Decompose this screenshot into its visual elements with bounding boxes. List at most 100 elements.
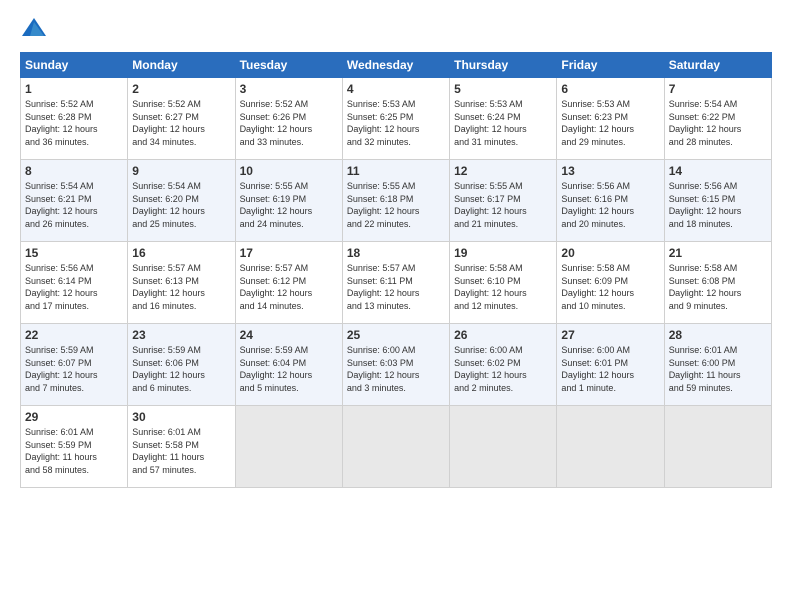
calendar-cell: 9 Sunrise: 5:54 AM Sunset: 6:20 PM Daylig… xyxy=(128,160,235,242)
day-info: Sunrise: 6:00 AM Sunset: 6:01 PM Dayligh… xyxy=(561,344,659,394)
day-info: Sunrise: 5:59 AM Sunset: 6:04 PM Dayligh… xyxy=(240,344,338,394)
calendar-cell: 13 Sunrise: 5:56 AM Sunset: 6:16 PM Dayli… xyxy=(557,160,664,242)
calendar-cell: 17Sunrise: 5:57 AM Sunset: 6:12 PM Dayli… xyxy=(235,242,342,324)
calendar-cell: 24 Sunrise: 5:59 AM Sunset: 6:04 PM Dayli… xyxy=(235,324,342,406)
day-number: 15 xyxy=(25,246,123,260)
calendar-cell: 11Sunrise: 5:55 AM Sunset: 6:18 PM Dayli… xyxy=(342,160,449,242)
day-number: 14 xyxy=(669,164,767,178)
day-info: Sunrise: 5:53 AM Sunset: 6:25 PM Dayligh… xyxy=(347,98,445,148)
calendar-cell xyxy=(664,406,771,488)
calendar-cell: 6 Sunrise: 5:53 AM Sunset: 6:23 PM Daylig… xyxy=(557,78,664,160)
calendar-cell: 10 Sunrise: 5:55 AM Sunset: 6:19 PM Dayli… xyxy=(235,160,342,242)
calendar-cell: 20 Sunrise: 5:58 AM Sunset: 6:09 PM Dayli… xyxy=(557,242,664,324)
day-info: Sunrise: 5:56 AM Sunset: 6:14 PM Dayligh… xyxy=(25,262,123,312)
day-info: Sunrise: 6:00 AM Sunset: 6:02 PM Dayligh… xyxy=(454,344,552,394)
calendar-cell: 16 Sunrise: 5:57 AM Sunset: 6:13 PM Dayli… xyxy=(128,242,235,324)
day-info: Sunrise: 5:58 AM Sunset: 6:08 PM Dayligh… xyxy=(669,262,767,312)
calendar-cell: 27 Sunrise: 6:00 AM Sunset: 6:01 PM Dayli… xyxy=(557,324,664,406)
day-number: 9 xyxy=(132,164,230,178)
day-info: Sunrise: 5:53 AM Sunset: 6:24 PM Dayligh… xyxy=(454,98,552,148)
day-info: Sunrise: 5:54 AM Sunset: 6:20 PM Dayligh… xyxy=(132,180,230,230)
header xyxy=(20,16,772,44)
day-info: Sunrise: 5:53 AM Sunset: 6:23 PM Dayligh… xyxy=(561,98,659,148)
day-number: 26 xyxy=(454,328,552,342)
weekday-header-saturday: Saturday xyxy=(664,53,771,78)
calendar-cell: 30 Sunrise: 6:01 AM Sunset: 5:58 PM Dayli… xyxy=(128,406,235,488)
day-number: 21 xyxy=(669,246,767,260)
calendar-cell: 3Sunrise: 5:52 AM Sunset: 6:26 PM Daylig… xyxy=(235,78,342,160)
calendar-cell xyxy=(235,406,342,488)
calendar-week-row: 8 Sunrise: 5:54 AM Sunset: 6:21 PM Daylig… xyxy=(21,160,772,242)
day-info: Sunrise: 5:55 AM Sunset: 6:19 PM Dayligh… xyxy=(240,180,338,230)
calendar-cell: 4 Sunrise: 5:53 AM Sunset: 6:25 PM Daylig… xyxy=(342,78,449,160)
calendar-cell: 25Sunrise: 6:00 AM Sunset: 6:03 PM Dayli… xyxy=(342,324,449,406)
calendar-cell: 5 Sunrise: 5:53 AM Sunset: 6:24 PM Daylig… xyxy=(450,78,557,160)
calendar-cell: 12 Sunrise: 5:55 AM Sunset: 6:17 PM Dayli… xyxy=(450,160,557,242)
calendar-cell: 7Sunrise: 5:54 AM Sunset: 6:22 PM Daylig… xyxy=(664,78,771,160)
calendar-cell: 22 Sunrise: 5:59 AM Sunset: 6:07 PM Dayli… xyxy=(21,324,128,406)
day-number: 4 xyxy=(347,82,445,96)
calendar-cell xyxy=(342,406,449,488)
day-number: 1 xyxy=(25,82,123,96)
day-info: Sunrise: 5:57 AM Sunset: 6:12 PM Dayligh… xyxy=(240,262,338,312)
day-info: Sunrise: 5:56 AM Sunset: 6:16 PM Dayligh… xyxy=(561,180,659,230)
day-info: Sunrise: 5:52 AM Sunset: 6:26 PM Dayligh… xyxy=(240,98,338,148)
weekday-header-row: SundayMondayTuesdayWednesdayThursdayFrid… xyxy=(21,53,772,78)
calendar-cell: 14 Sunrise: 5:56 AM Sunset: 6:15 PM Dayli… xyxy=(664,160,771,242)
day-number: 6 xyxy=(561,82,659,96)
weekday-header-tuesday: Tuesday xyxy=(235,53,342,78)
day-number: 10 xyxy=(240,164,338,178)
day-info: Sunrise: 6:01 AM Sunset: 6:00 PM Dayligh… xyxy=(669,344,767,394)
calendar-cell: 23 Sunrise: 5:59 AM Sunset: 6:06 PM Dayli… xyxy=(128,324,235,406)
day-number: 24 xyxy=(240,328,338,342)
calendar-cell: 15 Sunrise: 5:56 AM Sunset: 6:14 PM Dayli… xyxy=(21,242,128,324)
day-info: Sunrise: 5:58 AM Sunset: 6:09 PM Dayligh… xyxy=(561,262,659,312)
day-number: 5 xyxy=(454,82,552,96)
day-info: Sunrise: 6:01 AM Sunset: 5:58 PM Dayligh… xyxy=(132,426,230,476)
calendar-cell: 26 Sunrise: 6:00 AM Sunset: 6:02 PM Dayli… xyxy=(450,324,557,406)
weekday-header-thursday: Thursday xyxy=(450,53,557,78)
logo xyxy=(20,16,52,44)
calendar-cell: 18 Sunrise: 5:57 AM Sunset: 6:11 PM Dayli… xyxy=(342,242,449,324)
day-number: 11 xyxy=(347,164,445,178)
day-info: Sunrise: 5:59 AM Sunset: 6:07 PM Dayligh… xyxy=(25,344,123,394)
day-number: 20 xyxy=(561,246,659,260)
day-info: Sunrise: 5:55 AM Sunset: 6:17 PM Dayligh… xyxy=(454,180,552,230)
calendar-cell xyxy=(557,406,664,488)
calendar-week-row: 29Sunrise: 6:01 AM Sunset: 5:59 PM Dayli… xyxy=(21,406,772,488)
day-number: 16 xyxy=(132,246,230,260)
day-number: 18 xyxy=(347,246,445,260)
day-info: Sunrise: 5:59 AM Sunset: 6:06 PM Dayligh… xyxy=(132,344,230,394)
calendar-week-row: 15 Sunrise: 5:56 AM Sunset: 6:14 PM Dayli… xyxy=(21,242,772,324)
calendar-week-row: 1 Sunrise: 5:52 AM Sunset: 6:28 PM Daylig… xyxy=(21,78,772,160)
day-number: 7 xyxy=(669,82,767,96)
calendar-cell xyxy=(450,406,557,488)
calendar-cell: 1 Sunrise: 5:52 AM Sunset: 6:28 PM Daylig… xyxy=(21,78,128,160)
calendar-page: SundayMondayTuesdayWednesdayThursdayFrid… xyxy=(0,0,792,612)
day-number: 30 xyxy=(132,410,230,424)
day-number: 23 xyxy=(132,328,230,342)
calendar-table: SundayMondayTuesdayWednesdayThursdayFrid… xyxy=(20,52,772,488)
day-info: Sunrise: 5:57 AM Sunset: 6:11 PM Dayligh… xyxy=(347,262,445,312)
calendar-cell: 21 Sunrise: 5:58 AM Sunset: 6:08 PM Dayli… xyxy=(664,242,771,324)
calendar-cell: 8 Sunrise: 5:54 AM Sunset: 6:21 PM Daylig… xyxy=(21,160,128,242)
day-info: Sunrise: 5:52 AM Sunset: 6:28 PM Dayligh… xyxy=(25,98,123,148)
day-number: 19 xyxy=(454,246,552,260)
day-number: 8 xyxy=(25,164,123,178)
day-number: 13 xyxy=(561,164,659,178)
weekday-header-monday: Monday xyxy=(128,53,235,78)
logo-icon xyxy=(20,16,48,44)
calendar-week-row: 22 Sunrise: 5:59 AM Sunset: 6:07 PM Dayli… xyxy=(21,324,772,406)
day-number: 27 xyxy=(561,328,659,342)
day-info: Sunrise: 5:56 AM Sunset: 6:15 PM Dayligh… xyxy=(669,180,767,230)
day-number: 22 xyxy=(25,328,123,342)
weekday-header-sunday: Sunday xyxy=(21,53,128,78)
calendar-cell: 28Sunrise: 6:01 AM Sunset: 6:00 PM Dayli… xyxy=(664,324,771,406)
day-number: 12 xyxy=(454,164,552,178)
day-number: 2 xyxy=(132,82,230,96)
day-info: Sunrise: 5:57 AM Sunset: 6:13 PM Dayligh… xyxy=(132,262,230,312)
day-info: Sunrise: 5:54 AM Sunset: 6:21 PM Dayligh… xyxy=(25,180,123,230)
calendar-cell: 19Sunrise: 5:58 AM Sunset: 6:10 PM Dayli… xyxy=(450,242,557,324)
calendar-cell: 29Sunrise: 6:01 AM Sunset: 5:59 PM Dayli… xyxy=(21,406,128,488)
day-number: 25 xyxy=(347,328,445,342)
